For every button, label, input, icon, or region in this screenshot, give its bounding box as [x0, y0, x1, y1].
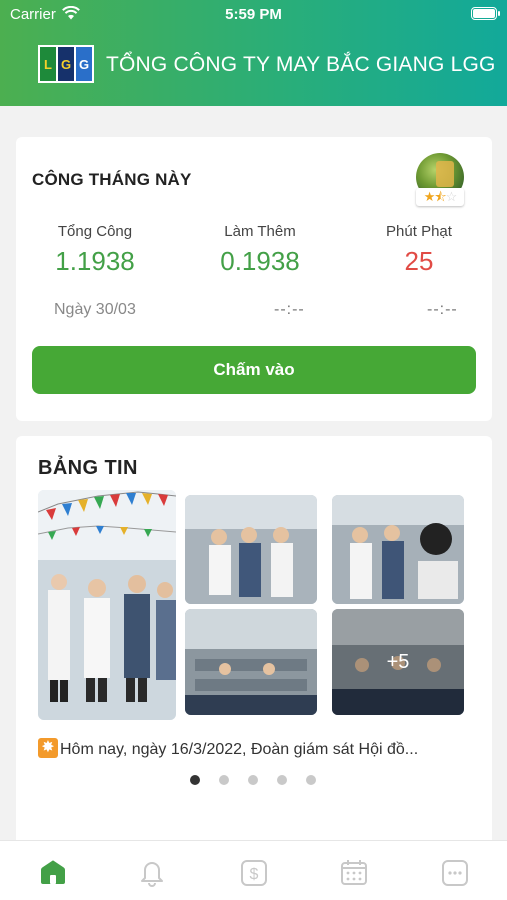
company-name: TỔNG CÔNG TY MAY BẮC GIANG LGG — [106, 53, 496, 76]
news-photo[interactable] — [185, 609, 317, 715]
company-logo: L G G — [38, 45, 94, 83]
date-label: Ngày 30/03 — [54, 301, 136, 318]
news-caption-text: Hôm nay, ngày 16/3/2022, Đoàn giám sát H… — [60, 741, 419, 758]
checkin-button[interactable]: Chấm vào — [32, 346, 476, 394]
more-icon — [442, 860, 468, 886]
clock: 5:59 PM — [225, 6, 282, 23]
home-icon — [41, 860, 65, 884]
news-photo[interactable] — [38, 490, 176, 720]
more-photos-count: +5 — [332, 609, 464, 715]
stat-value: 25 — [404, 246, 434, 276]
sparkle-icon — [38, 738, 58, 759]
battery-icon — [471, 7, 500, 20]
rating-stars: ★⯪☆ — [416, 188, 464, 206]
star-icon: ★ — [423, 189, 436, 204]
stat-value: 1.1938 — [55, 246, 135, 276]
stat-label: Phút Phạt — [386, 223, 452, 240]
carousel-dot[interactable] — [190, 775, 200, 785]
carousel-dot[interactable] — [306, 775, 316, 785]
dollar-icon: $ — [241, 860, 267, 886]
half-star-icon: ⯪ — [434, 189, 446, 204]
app-header: Carrier 5:59 PM L G G TỔNG CÔNG TY MAY B… — [0, 0, 507, 106]
news-photo[interactable] — [185, 495, 317, 604]
stat-value: 0.1938 — [220, 246, 300, 276]
stat-overtime: Làm Thêm 0.1938 — [180, 223, 340, 277]
status-bar: Carrier 5:59 PM — [0, 0, 507, 30]
tab-bar: $ — [0, 840, 507, 900]
stat-label: Làm Thêm — [224, 223, 296, 240]
star-empty-icon: ☆ — [445, 189, 458, 204]
logo-letter: L — [40, 47, 56, 81]
stat-label: Tổng Công — [57, 223, 133, 240]
carousel-dots — [190, 775, 316, 785]
stat-total-work: Tổng Công 1.1938 — [15, 223, 175, 277]
carousel-dot[interactable] — [248, 775, 258, 785]
monthly-work-card: CÔNG THÁNG NÀY ★⯪☆ Tổng Công 1.1938 Làm … — [16, 137, 492, 421]
tab-salary[interactable]: $ — [237, 855, 271, 889]
calendar-icon — [341, 860, 367, 885]
logo-letter: G — [76, 47, 92, 81]
tab-more[interactable] — [438, 855, 472, 889]
news-photo[interactable]: +5 — [332, 609, 464, 715]
bell-icon — [141, 862, 163, 887]
check-out-time: --:-- — [427, 301, 458, 318]
news-photo[interactable] — [332, 495, 464, 604]
tab-notifications[interactable] — [135, 855, 169, 889]
stat-penalty-minutes: Phút Phạt 25 — [339, 223, 499, 277]
svg-text:$: $ — [250, 866, 259, 883]
carousel-dot[interactable] — [277, 775, 287, 785]
logo-letter: G — [56, 47, 76, 81]
card-title: CÔNG THÁNG NÀY — [32, 170, 192, 189]
tab-home[interactable] — [36, 855, 70, 889]
news-caption[interactable]: Hôm nay, ngày 16/3/2022, Đoàn giám sát H… — [38, 738, 478, 759]
tab-calendar[interactable] — [337, 855, 371, 889]
carousel-dot[interactable] — [219, 775, 229, 785]
check-in-time: --:-- — [274, 301, 305, 318]
news-title: BẢNG TIN — [38, 457, 138, 479]
news-card: BẢNG TIN +5 ✸Hôm nay, ngày 16/3/2022, Đo… — [16, 436, 492, 856]
